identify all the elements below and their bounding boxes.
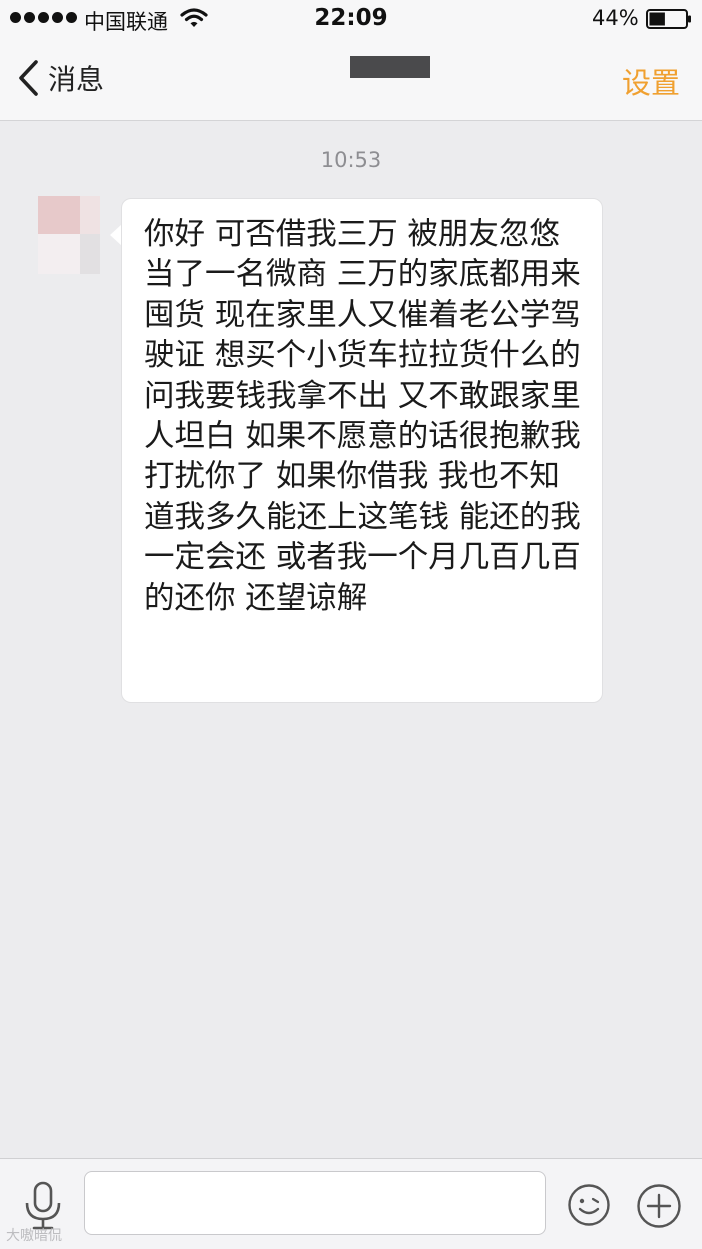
message-input[interactable] [84, 1171, 546, 1235]
message-timestamp: 10:53 [320, 148, 382, 172]
input-bar [0, 1158, 702, 1249]
redacted-contact-name [350, 56, 430, 78]
avatar[interactable] [38, 196, 100, 274]
microphone-icon[interactable] [22, 1181, 64, 1231]
message-text: 你好 可否借我三万 被朋友忽悠当了一名微商 三万的家底都用来囤货 现在家里人又催… [144, 217, 581, 616]
back-label: 消息 [48, 63, 105, 96]
plus-icon[interactable] [636, 1183, 682, 1229]
chat-area[interactable]: 10:53 你好 可否借我三万 被朋友忽悠当了一名微商 三万的家底都用来囤货 现… [0, 121, 702, 1158]
battery-icon [646, 9, 691, 29]
back-button[interactable]: 消息 [16, 58, 104, 98]
settings-button[interactable]: 设置 [622, 60, 680, 102]
watermark: 大嗷暗侃 [6, 1228, 62, 1244]
battery-percent: 44% [592, 6, 639, 30]
status-bar: 中国联通 22:09 44% [0, 0, 702, 40]
navigation-bar: 消息 设置 [0, 40, 702, 121]
chevron-left-icon [19, 60, 38, 96]
emoji-icon[interactable] [567, 1183, 611, 1227]
message-bubble[interactable]: 你好 可否借我三万 被朋友忽悠当了一名微商 三万的家底都用来囤货 现在家里人又催… [121, 198, 603, 703]
